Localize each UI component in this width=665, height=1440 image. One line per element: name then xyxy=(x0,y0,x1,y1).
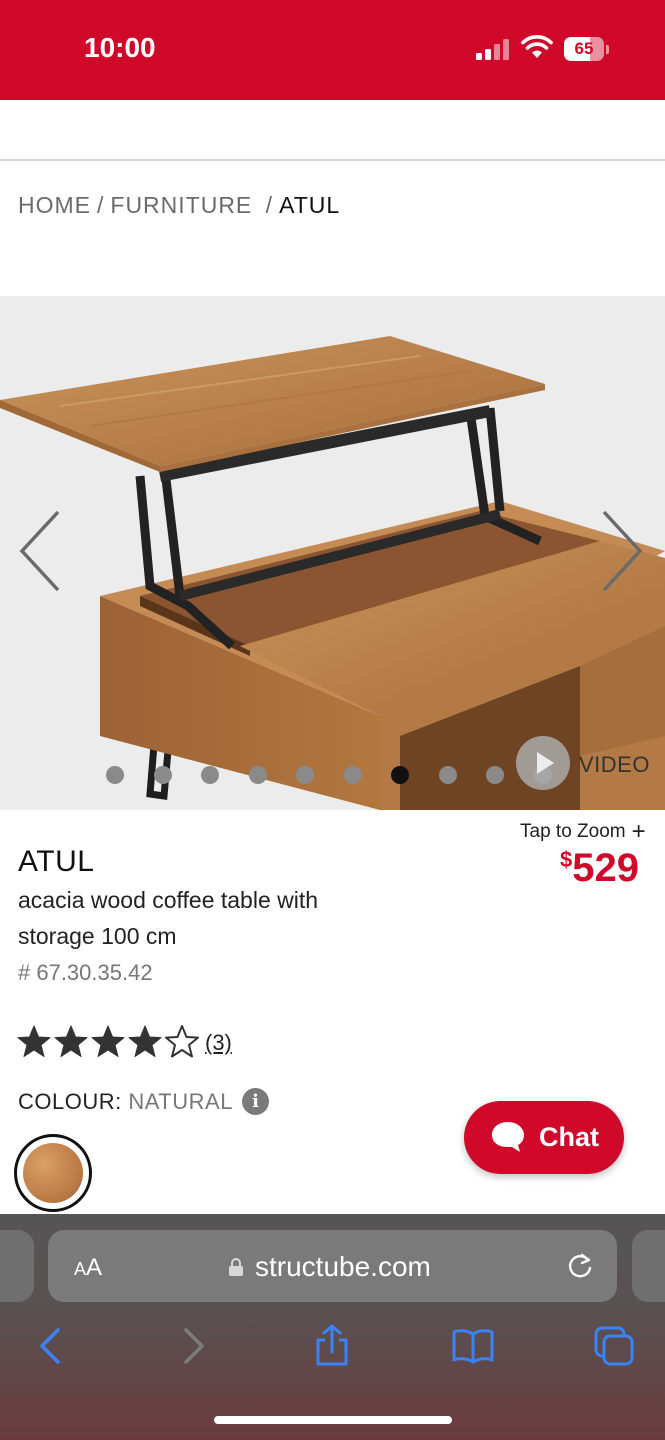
gallery-dot[interactable] xyxy=(486,766,504,784)
gallery-pagination xyxy=(106,766,552,786)
product-gallery[interactable]: VIDEO xyxy=(0,296,665,810)
colour-swatch-natural[interactable] xyxy=(14,1134,92,1212)
play-icon xyxy=(516,736,570,790)
star-filled-icon xyxy=(128,1025,162,1057)
product-image[interactable] xyxy=(0,296,665,810)
chevron-left-icon[interactable] xyxy=(14,506,64,596)
chat-bubble-icon xyxy=(492,1122,524,1152)
gallery-dot[interactable] xyxy=(343,766,362,784)
colour-label-text: COLOUR: xyxy=(18,1089,122,1114)
breadcrumb-separator: / xyxy=(97,192,105,218)
gallery-dot[interactable] xyxy=(106,766,124,784)
aa-big: A xyxy=(86,1254,103,1281)
breadcrumb-separator: / xyxy=(265,192,274,218)
chat-label: Chat xyxy=(539,1122,599,1152)
battery-nub xyxy=(606,45,609,54)
aa-small: A xyxy=(74,1259,87,1279)
video-label: VIDEO xyxy=(579,752,650,777)
breadcrumb-current: ATUL xyxy=(279,192,341,218)
colour-value: NATURAL xyxy=(128,1089,233,1114)
zoom-label: Tap to Zoom xyxy=(520,821,626,842)
wifi-icon xyxy=(521,35,553,58)
gallery-dot[interactable] xyxy=(201,766,219,784)
tap-to-zoom[interactable]: Tap to Zoom + xyxy=(520,818,646,846)
home-indicator[interactable] xyxy=(214,1416,452,1424)
next-tab-peek[interactable] xyxy=(632,1230,665,1302)
zoom-plus-icon: + xyxy=(631,818,646,845)
share-icon[interactable] xyxy=(310,1324,354,1368)
previous-tab-peek[interactable] xyxy=(0,1230,34,1302)
product-description: acacia wood coffee table with storage 10… xyxy=(18,887,319,949)
address-bar[interactable]: AA structube.com xyxy=(48,1230,617,1302)
status-time: 10:00 xyxy=(84,32,156,63)
review-count-link[interactable]: (3) xyxy=(205,1030,232,1056)
star-empty-icon xyxy=(165,1025,199,1058)
star-filled-icon xyxy=(17,1025,51,1057)
star-filled-icon xyxy=(54,1025,88,1057)
product-name: ATUL xyxy=(18,845,95,878)
back-icon[interactable] xyxy=(28,1324,72,1368)
bookmarks-icon[interactable] xyxy=(451,1324,495,1368)
chat-button[interactable]: Chat xyxy=(464,1101,624,1174)
gallery-dot[interactable] xyxy=(438,766,457,784)
lock-icon xyxy=(229,1258,243,1276)
info-icon[interactable]: i xyxy=(242,1088,269,1115)
status-bar: 10:00 65 xyxy=(0,0,665,100)
gallery-dot[interactable] xyxy=(248,766,267,784)
tabs-icon[interactable] xyxy=(592,1324,636,1368)
breadcrumb-furniture[interactable]: FURNITURE xyxy=(110,192,252,218)
header-divider xyxy=(0,159,665,161)
battery-icon: 65 xyxy=(564,37,604,61)
breadcrumb-home[interactable]: HOME xyxy=(18,192,91,218)
url-text[interactable]: structube.com xyxy=(255,1251,431,1283)
chevron-right-icon[interactable] xyxy=(598,506,648,596)
breadcrumb: HOME / FURNITURE / ATUL xyxy=(18,192,340,219)
video-button[interactable]: VIDEO xyxy=(516,736,656,792)
forward-icon[interactable] xyxy=(172,1324,216,1368)
product-sku: # 67.30.35.42 xyxy=(18,960,153,985)
gallery-dot[interactable] xyxy=(391,766,409,784)
star-filled-icon xyxy=(91,1025,125,1057)
price-currency: $ xyxy=(560,847,573,872)
battery-percent: 65 xyxy=(574,39,594,58)
gallery-dot[interactable] xyxy=(296,766,314,784)
product-price: $529 xyxy=(560,846,639,891)
signal-icon xyxy=(476,38,510,60)
swatch-image xyxy=(23,1143,83,1203)
price-amount: 529 xyxy=(572,846,639,890)
browser-toolbar: AA structube.com xyxy=(0,1214,665,1440)
gallery-dot[interactable] xyxy=(153,766,172,784)
colour-label: COLOUR: NATURAL xyxy=(18,1089,233,1115)
reader-settings-button[interactable]: AA xyxy=(74,1254,102,1282)
reload-icon[interactable] xyxy=(566,1252,594,1280)
